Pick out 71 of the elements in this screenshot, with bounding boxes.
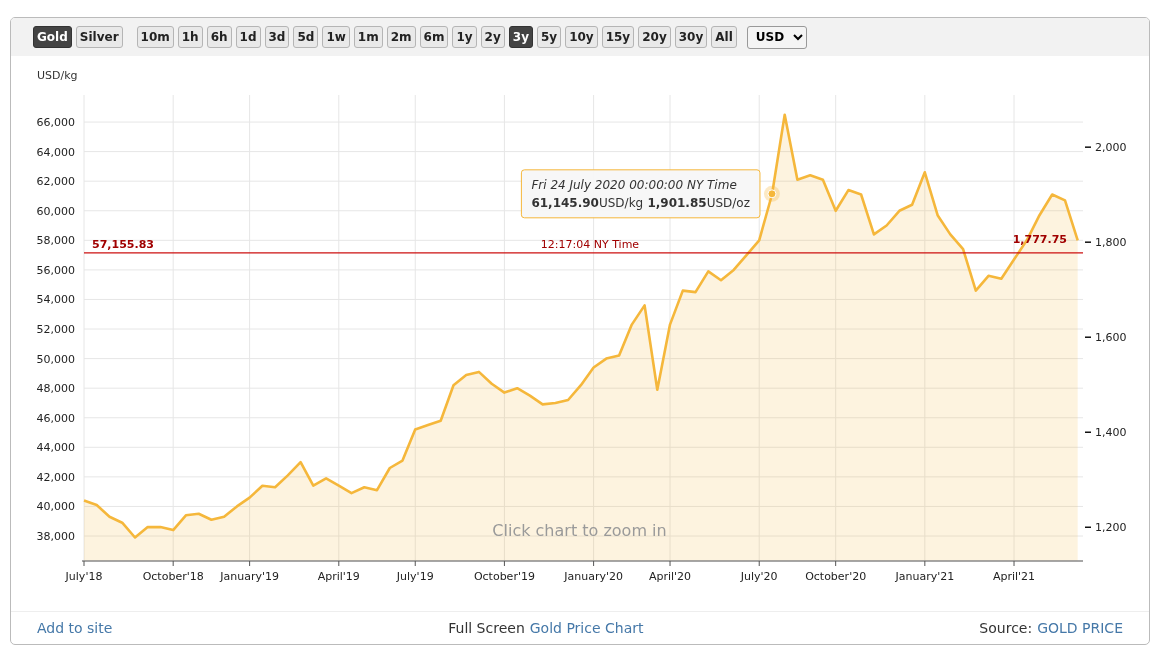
source-label: Source:: [979, 620, 1033, 636]
range-button[interactable]: 1m: [353, 26, 383, 48]
range-button[interactable]: 10m: [136, 26, 174, 48]
metal-button[interactable]: Gold: [33, 26, 72, 48]
x-tick-label: October'19: [473, 570, 535, 583]
source-link[interactable]: GOLD PRICE: [1037, 620, 1123, 636]
hover-marker: [763, 185, 780, 202]
range-button[interactable]: 1h: [177, 26, 203, 48]
chart-link[interactable]: Gold Price Chart: [529, 620, 644, 636]
range-button[interactable]: 3y: [508, 26, 533, 48]
range-button[interactable]: 20y: [638, 26, 671, 48]
y2-tick-label: 1,800: [1095, 236, 1127, 250]
current-price-label: 57,155.83: [92, 237, 154, 251]
range-button[interactable]: 3d: [264, 26, 290, 48]
y-tick-label: 58,000: [36, 234, 75, 248]
range-button[interactable]: 2y: [480, 26, 505, 48]
y2-tick-label: 1,200: [1095, 521, 1127, 535]
y2-tick-label: 2,000: [1095, 141, 1127, 155]
x-tick-label: July'18: [65, 570, 103, 583]
y-tick-label: 54,000: [36, 293, 75, 307]
range-button[interactable]: All: [711, 26, 737, 48]
range-button[interactable]: 10y: [565, 26, 598, 48]
range-button[interactable]: 6m: [419, 26, 449, 48]
tick-mark: [1084, 431, 1092, 433]
tick-mark: [1084, 526, 1092, 528]
range-button[interactable]: 30y: [674, 26, 708, 48]
x-tick-label: April'20: [648, 570, 692, 583]
range-button[interactable]: 15y: [601, 26, 635, 48]
y-tick-label: 56,000: [36, 263, 75, 277]
range-button[interactable]: 1d: [235, 26, 261, 48]
y-tick-label: 46,000: [36, 411, 75, 425]
range-button[interactable]: 6h: [206, 26, 232, 48]
x-tick-label: July'20: [740, 570, 778, 583]
unit-label: USD/kg: [37, 69, 78, 82]
x-tick-label: April'21: [992, 570, 1036, 583]
y-tick-label: 66,000: [36, 116, 75, 130]
y2-tick-label: 1,400: [1095, 426, 1127, 440]
y-tick-label: 50,000: [36, 352, 75, 366]
range-button[interactable]: 5y: [536, 26, 562, 48]
y-tick-label: 52,000: [36, 323, 75, 337]
range-button[interactable]: 1w: [322, 26, 350, 48]
x-tick-label: October'18: [142, 570, 204, 583]
y-tick-label: 64,000: [36, 145, 75, 159]
range-button[interactable]: 1y: [452, 26, 477, 48]
currency-dropdown[interactable]: USD: [746, 25, 807, 49]
tick-mark: [1084, 241, 1092, 243]
x-tick-label: April'19: [317, 570, 360, 583]
metal-button[interactable]: Silver: [75, 26, 123, 48]
x-tick-label: October'20: [805, 570, 867, 583]
y-tick-label: 38,000: [36, 530, 75, 543]
x-tick-label: January'20: [564, 570, 623, 583]
y-tick-label: 40,000: [36, 500, 75, 514]
zoom-hint: Click chart to zoom in: [492, 521, 667, 540]
range-button[interactable]: 5d: [293, 26, 319, 48]
price-time-label: 12:17:04 NY Time: [540, 237, 640, 251]
y-tick-label: 44,000: [36, 441, 75, 455]
y-tick-label: 48,000: [36, 382, 75, 396]
y-tick-label: 42,000: [36, 470, 75, 484]
add-to-site-link[interactable]: Add to site: [37, 620, 113, 636]
tick-mark: [1084, 146, 1092, 148]
tick-mark: [1084, 336, 1092, 338]
tooltip-date: Fri 24 July 2020 00:00:00 NY Time: [531, 177, 737, 192]
y2-tick-label: 1,600: [1095, 331, 1127, 345]
range-button[interactable]: 2m: [386, 26, 416, 48]
footer-text: Full Screen: [448, 620, 525, 636]
x-tick-label: January'21: [895, 570, 955, 583]
y-tick-label: 60,000: [36, 204, 75, 218]
x-tick-label: January'19: [220, 570, 279, 583]
tooltip-price: 61,145.90USD/kg 1,901.85USD/oz: [531, 195, 750, 210]
y-tick-label: 62,000: [36, 175, 75, 189]
x-tick-label: July'19: [396, 570, 434, 583]
